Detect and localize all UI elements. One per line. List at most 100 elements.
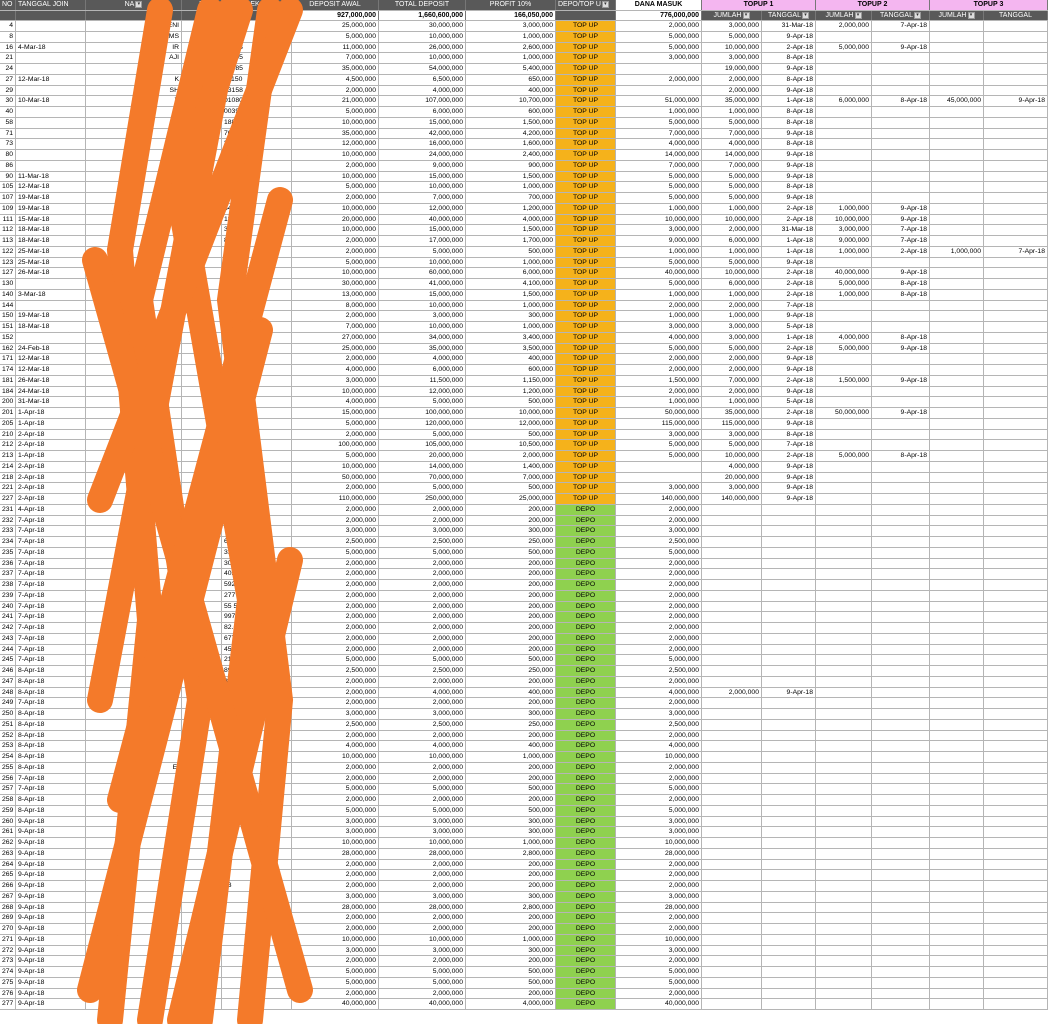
cell-nama[interactable] — [86, 590, 182, 601]
cell-row-no[interactable]: 275 — [0, 977, 16, 988]
cell-deposit-awal[interactable]: 25,000,000 — [292, 21, 379, 31]
cell-rek[interactable] — [222, 967, 292, 977]
cell-topup1-jumlah[interactable]: 35,000,000 — [702, 408, 762, 418]
cell-total-deposit[interactable]: 5,000,000 — [379, 805, 466, 816]
cell-topup1-tanggal[interactable] — [762, 504, 816, 515]
cell-tanggal-join[interactable]: 7-Apr-18 — [16, 515, 86, 526]
cell-topup3-jumlah[interactable] — [930, 891, 984, 902]
cell-dana-masuk[interactable]: 2,000,000 — [616, 601, 702, 612]
cell-topup2-tanggal[interactable]: 7-Apr-18 — [872, 236, 930, 246]
cell-rek[interactable]: 4533 — [222, 698, 292, 708]
cell-depo-topup[interactable]: TOP UP — [556, 150, 616, 160]
cell-depo-topup[interactable]: TOP UP — [556, 31, 616, 42]
cell-row-no[interactable]: 263 — [0, 848, 16, 859]
cell-topup2-jumlah[interactable]: 50,000,000 — [816, 408, 872, 418]
cell-nama[interactable]: K — [86, 74, 182, 85]
cell-tanggal-join[interactable]: 7-Apr-18 — [16, 537, 86, 547]
cell-topup1-tanggal[interactable] — [762, 537, 816, 547]
cell-bank[interactable] — [182, 773, 222, 784]
cell-total-deposit[interactable]: 42,000,000 — [379, 128, 466, 139]
cell-row-no[interactable]: 212 — [0, 440, 16, 450]
cell-topup1-tanggal[interactable]: 1-Apr-18 — [762, 236, 816, 246]
cell-row-no[interactable]: 140 — [0, 289, 16, 300]
cell-topup2-tanggal[interactable] — [872, 644, 930, 655]
cell-topup3-jumlah[interactable] — [930, 945, 984, 956]
cell-total-deposit[interactable]: 28,000,000 — [379, 848, 466, 859]
cell-depo-topup[interactable]: DEPO — [556, 623, 616, 633]
cell-topup3-jumlah[interactable] — [930, 741, 984, 751]
cell-tanggal-join[interactable]: 8-Apr-18 — [16, 752, 86, 762]
cell-topup1-jumlah[interactable] — [702, 741, 762, 751]
cell-nama[interactable] — [86, 633, 182, 644]
cell-total-deposit[interactable]: 54,000,000 — [379, 64, 466, 74]
cell-deposit-awal[interactable]: 2,000,000 — [292, 246, 379, 257]
cell-deposit-awal[interactable]: 4,000,000 — [292, 365, 379, 375]
cell-topup2-tanggal[interactable]: 9-Apr-18 — [872, 268, 930, 278]
cell-bank[interactable] — [182, 171, 222, 182]
cell-rek[interactable]: 22705 — [222, 53, 292, 63]
cell-dana-masuk[interactable]: 3,000,000 — [616, 483, 702, 493]
cell-tanggal-join[interactable] — [16, 139, 86, 149]
cell-depo-topup[interactable]: DEPO — [556, 762, 616, 773]
cell-bank[interactable] — [182, 956, 222, 966]
cell-total-deposit[interactable]: 10,000,000 — [379, 182, 466, 192]
subheader-topup2-tanggal[interactable]: TANGGAL ▾ — [872, 11, 930, 20]
cell-topup3-tanggal[interactable] — [984, 74, 1048, 85]
cell-nama[interactable] — [86, 547, 182, 558]
cell-profit[interactable]: 3,500,000 — [466, 343, 556, 354]
cell-topup3-jumlah[interactable] — [930, 182, 984, 192]
cell-nama[interactable]: SYAMS — [86, 31, 182, 42]
cell-rek[interactable]: 55 50 5 — [222, 601, 292, 612]
cell-dana-masuk[interactable]: 5,000,000 — [616, 451, 702, 461]
cell-rek[interactable]: 4655 — [222, 451, 292, 461]
cell-bank[interactable] — [182, 515, 222, 526]
cell-topup2-jumlah[interactable] — [816, 913, 872, 923]
cell-topup1-tanggal[interactable]: 9-Apr-18 — [762, 31, 816, 42]
cell-tanggal-join[interactable] — [16, 31, 86, 42]
cell-rek[interactable]: 2450 — [222, 193, 292, 203]
cell-topup1-tanggal[interactable] — [762, 902, 816, 913]
cell-row-no[interactable]: 213 — [0, 451, 16, 461]
cell-topup2-tanggal[interactable] — [872, 580, 930, 590]
cell-topup1-jumlah[interactable] — [702, 558, 762, 569]
cell-topup1-tanggal[interactable]: 9-Apr-18 — [762, 386, 816, 397]
cell-topup2-jumlah[interactable] — [816, 569, 872, 579]
cell-topup3-jumlah[interactable] — [930, 31, 984, 42]
cell-deposit-awal[interactable]: 11,000,000 — [292, 42, 379, 53]
cell-deposit-awal[interactable]: 2,000,000 — [292, 795, 379, 805]
col-header-dana-masuk[interactable]: DANA MASUK — [616, 0, 702, 10]
cell-topup3-tanggal[interactable] — [984, 203, 1048, 214]
cell-topup2-jumlah[interactable] — [816, 698, 872, 708]
subheader-topup2-jumlah[interactable]: JUMLAH ▾ — [816, 11, 872, 20]
cell-row-no[interactable]: 150 — [0, 311, 16, 321]
cell-topup2-tanggal[interactable] — [872, 623, 930, 633]
cell-topup3-tanggal[interactable] — [984, 322, 1048, 332]
cell-topup2-tanggal[interactable]: 7-Apr-18 — [872, 225, 930, 235]
cell-tanggal-join[interactable]: 8-Apr-18 — [16, 762, 86, 773]
cell-profit[interactable]: 200,000 — [466, 569, 556, 579]
filter-dropdown-icon[interactable]: ▾ — [260, 0, 268, 8]
cell-topup3-tanggal[interactable] — [984, 42, 1048, 53]
cell-total-deposit[interactable]: 15,000,000 — [379, 171, 466, 182]
cell-rek[interactable]: 54 — [222, 375, 292, 386]
cell-bank[interactable] — [182, 268, 222, 278]
cell-deposit-awal[interactable]: 7,000,000 — [292, 322, 379, 332]
cell-topup3-jumlah[interactable] — [930, 977, 984, 988]
cell-topup2-jumlah[interactable] — [816, 666, 872, 676]
cell-nama[interactable] — [86, 752, 182, 762]
cell-rek[interactable]: 0050 — [222, 171, 292, 182]
cell-topup3-tanggal[interactable] — [984, 977, 1048, 988]
cell-topup1-jumlah[interactable] — [702, 934, 762, 945]
cell-topup2-jumlah[interactable] — [816, 956, 872, 966]
cell-nama[interactable] — [86, 569, 182, 579]
cell-deposit-awal[interactable]: 27,000,000 — [292, 332, 379, 343]
cell-row-no[interactable]: 58 — [0, 117, 16, 128]
cell-total-deposit[interactable]: 2,000,000 — [379, 558, 466, 569]
cell-topup2-jumlah[interactable] — [816, 365, 872, 375]
cell-depo-topup[interactable]: DEPO — [556, 687, 616, 698]
cell-row-no[interactable]: 236 — [0, 558, 16, 569]
cell-tanggal-join[interactable]: 9-Apr-18 — [16, 977, 86, 988]
cell-tanggal-join[interactable]: 7-Apr-18 — [16, 547, 86, 558]
cell-rek[interactable] — [222, 945, 292, 956]
cell-topup2-tanggal[interactable] — [872, 117, 930, 128]
